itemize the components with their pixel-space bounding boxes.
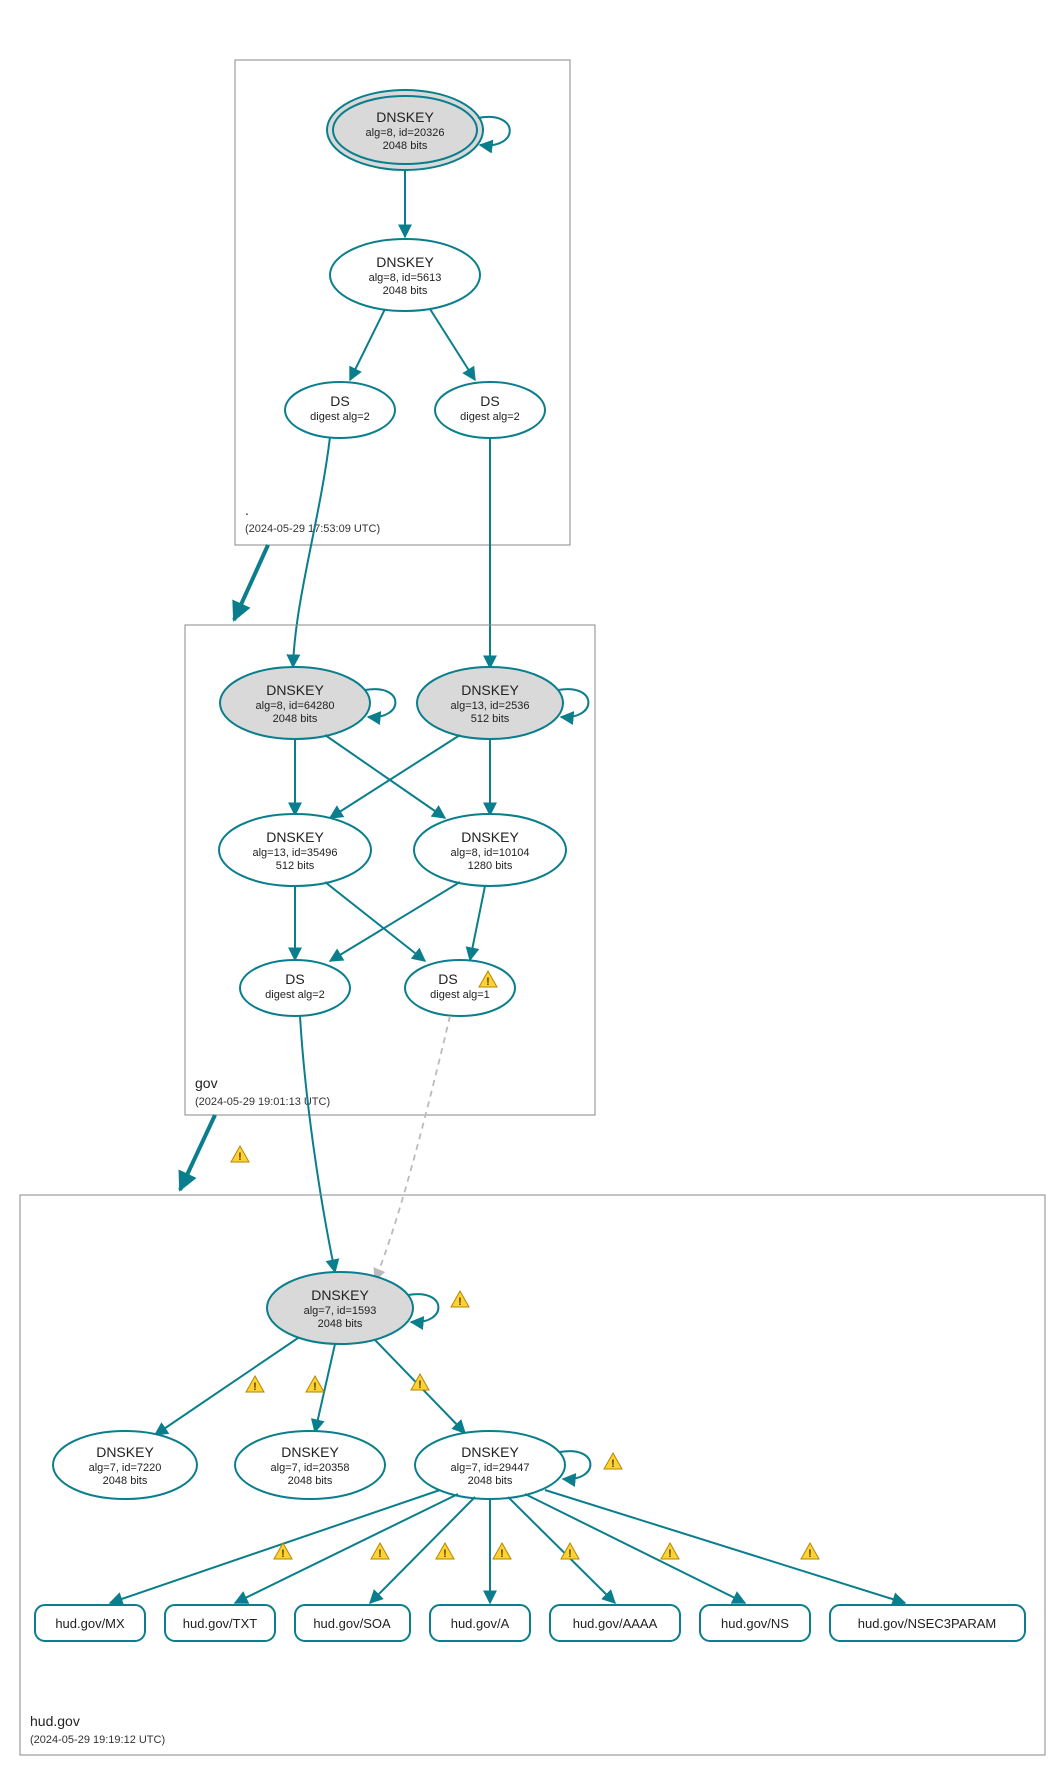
zone-gov-timestamp: (2024-05-29 19:01:13 UTC) (195, 1096, 330, 1108)
svg-text:hud.gov/AAAA: hud.gov/AAAA (573, 1616, 658, 1631)
svg-text:DS: DS (285, 971, 304, 987)
svg-text:1280 bits: 1280 bits (468, 860, 513, 872)
svg-text:2048 bits: 2048 bits (468, 1475, 513, 1487)
svg-text:2048 bits: 2048 bits (383, 285, 428, 297)
svg-text:hud.gov/TXT: hud.gov/TXT (183, 1616, 257, 1631)
warning-icon (604, 1453, 622, 1470)
delegation-gov-to-hud (180, 1115, 215, 1190)
svg-text:2048 bits: 2048 bits (318, 1318, 363, 1330)
edge-rootdsl-govkskl (293, 437, 330, 667)
svg-text:hud.gov/NSEC3PARAM: hud.gov/NSEC3PARAM (858, 1616, 997, 1631)
node-gov-ds-left: DS digest alg=2 (240, 960, 350, 1016)
svg-text:alg=7, id=7220: alg=7, id=7220 (89, 1462, 162, 1474)
warning-icon (371, 1543, 389, 1560)
svg-text:DS: DS (480, 393, 499, 409)
svg-text:alg=7, id=20358: alg=7, id=20358 (271, 1462, 350, 1474)
node-root-zsk: DNSKEY alg=8, id=5613 2048 bits (330, 239, 480, 311)
warning-icon (306, 1376, 324, 1393)
svg-text:DNSKEY: DNSKEY (311, 1287, 369, 1303)
node-root-ksk: DNSKEY alg=8, id=20326 2048 bits (327, 90, 483, 170)
node-gov-zsk-left: DNSKEY alg=13, id=35496 512 bits (219, 814, 371, 886)
warning-icon (493, 1543, 511, 1560)
svg-text:digest alg=1: digest alg=1 (430, 989, 490, 1001)
edge-govdsl-hudksk (300, 1016, 335, 1272)
svg-text:2048 bits: 2048 bits (273, 713, 318, 725)
node-gov-ksk-right: DNSKEY alg=13, id=2536 512 bits (417, 667, 563, 739)
svg-text:DNSKEY: DNSKEY (266, 829, 324, 845)
svg-text:DNSKEY: DNSKEY (266, 682, 324, 698)
edge-govkskr-govzskl (330, 735, 460, 818)
node-hud-ksk: DNSKEY alg=7, id=1593 2048 bits (267, 1272, 413, 1344)
svg-text:DS: DS (438, 971, 457, 987)
zone-root-label: . (245, 502, 249, 518)
svg-text:DNSKEY: DNSKEY (281, 1444, 339, 1460)
node-gov-zsk-right: DNSKEY alg=8, id=10104 1280 bits (414, 814, 566, 886)
edge-govzskr-govdsl (330, 882, 460, 961)
edge-govkskl-govzskr (325, 735, 445, 818)
svg-text:DNSKEY: DNSKEY (461, 829, 519, 845)
warning-icon (451, 1291, 469, 1308)
warning-icon (436, 1543, 454, 1560)
svg-text:alg=7, id=29447: alg=7, id=29447 (451, 1462, 530, 1474)
edge-rootzsk-dsl (350, 309, 385, 380)
edge-zsk3-ns (525, 1494, 745, 1603)
svg-text:alg=8, id=5613: alg=8, id=5613 (369, 272, 442, 284)
svg-text:digest alg=2: digest alg=2 (310, 411, 370, 423)
warning-icon (246, 1376, 264, 1393)
dnssec-graph: ! . (2024-05-29 17:53:09 UTC) DNSKEY alg… (0, 0, 1063, 1772)
rr-hud-mx: hud.gov/MX (35, 1605, 145, 1641)
svg-text:hud.gov/A: hud.gov/A (451, 1616, 510, 1631)
node-gov-ds-right: DS digest alg=1 (405, 960, 515, 1016)
svg-text:alg=13, id=35496: alg=13, id=35496 (252, 847, 337, 859)
rr-hud-a: hud.gov/A (430, 1605, 530, 1641)
zone-hud-label: hud.gov (30, 1713, 80, 1729)
edge-govzskr-govdsr (470, 886, 485, 960)
svg-text:512 bits: 512 bits (276, 860, 315, 872)
delegation-root-to-gov (234, 545, 268, 620)
svg-text:DNSKEY: DNSKEY (376, 254, 434, 270)
svg-text:2048 bits: 2048 bits (103, 1475, 148, 1487)
svg-text:hud.gov/NS: hud.gov/NS (721, 1616, 789, 1631)
svg-text:alg=8, id=20326: alg=8, id=20326 (366, 127, 445, 139)
node-gov-ksk-left: DNSKEY alg=8, id=64280 2048 bits (220, 667, 370, 739)
edge-govzskl-govdsr (325, 882, 425, 961)
svg-text:hud.gov/SOA: hud.gov/SOA (313, 1616, 391, 1631)
svg-text:2048 bits: 2048 bits (383, 140, 428, 152)
svg-text:2048 bits: 2048 bits (288, 1475, 333, 1487)
svg-text:DNSKEY: DNSKEY (376, 109, 434, 125)
svg-text:DNSKEY: DNSKEY (461, 682, 519, 698)
rr-hud-txt: hud.gov/TXT (165, 1605, 275, 1641)
node-root-ds-right: DS digest alg=2 (435, 382, 545, 438)
node-hud-zsk-3: DNSKEY alg=7, id=29447 2048 bits (415, 1431, 565, 1499)
svg-text:digest alg=2: digest alg=2 (460, 411, 520, 423)
svg-text:DNSKEY: DNSKEY (96, 1444, 154, 1460)
zone-hud-timestamp: (2024-05-29 19:19:12 UTC) (30, 1734, 165, 1746)
node-hud-zsk-1: DNSKEY alg=7, id=7220 2048 bits (53, 1431, 197, 1499)
edge-zsk3-mx (110, 1490, 440, 1603)
edge-hudksk-zsk1 (155, 1338, 298, 1435)
node-hud-zsk-2: DNSKEY alg=7, id=20358 2048 bits (235, 1431, 385, 1499)
rr-hud-nsec3param: hud.gov/NSEC3PARAM (830, 1605, 1025, 1641)
svg-text:alg=7, id=1593: alg=7, id=1593 (304, 1305, 377, 1317)
warning-icon (411, 1374, 429, 1391)
svg-text:DS: DS (330, 393, 349, 409)
zone-gov-label: gov (195, 1075, 218, 1091)
rr-hud-ns: hud.gov/NS (700, 1605, 810, 1641)
svg-text:alg=8, id=64280: alg=8, id=64280 (256, 700, 335, 712)
svg-text:alg=13, id=2536: alg=13, id=2536 (451, 700, 530, 712)
node-root-ds-left: DS digest alg=2 (285, 382, 395, 438)
svg-text:digest alg=2: digest alg=2 (265, 989, 325, 1001)
svg-text:512 bits: 512 bits (471, 713, 510, 725)
svg-text:alg=8, id=10104: alg=8, id=10104 (451, 847, 530, 859)
svg-text:DNSKEY: DNSKEY (461, 1444, 519, 1460)
warning-icon (231, 1146, 249, 1163)
rr-hud-aaaa: hud.gov/AAAA (550, 1605, 680, 1641)
edge-rootzsk-dsr (430, 309, 475, 380)
warning-icon (801, 1543, 819, 1560)
rr-hud-soa: hud.gov/SOA (295, 1605, 410, 1641)
edge-zsk3-soa (370, 1497, 475, 1603)
edge-govdsr-hudksk (375, 1016, 450, 1280)
svg-text:hud.gov/MX: hud.gov/MX (55, 1616, 125, 1631)
warning-icon (661, 1543, 679, 1560)
